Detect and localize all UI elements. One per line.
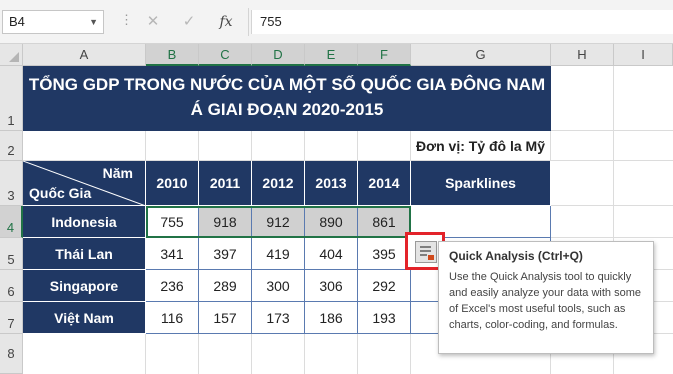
selection-range: [146, 206, 411, 238]
insert-function-button[interactable]: fx: [213, 10, 239, 34]
unit-label[interactable]: Đơn vị: Tỷ đô la Mỹ: [411, 131, 551, 161]
enter-icon[interactable]: ✓: [178, 10, 200, 34]
quick-analysis-tooltip: Quick Analysis (Ctrl+Q) Use the Quick An…: [438, 241, 654, 354]
column-header-h[interactable]: H: [551, 44, 614, 66]
tooltip-body: Use the Quick Analysis tool to quickly a…: [449, 271, 641, 331]
column-header-c[interactable]: C: [199, 44, 252, 66]
header-country-label: Quốc Gia: [29, 185, 92, 201]
data-cell[interactable]: 397: [199, 238, 252, 270]
row-header-5[interactable]: 5: [0, 238, 23, 270]
year-header-2013[interactable]: 2013: [305, 161, 358, 206]
data-cell[interactable]: 292: [358, 270, 411, 302]
country-cell[interactable]: Singapore: [23, 270, 146, 302]
data-cell[interactable]: 395: [358, 238, 411, 270]
quick-analysis-icon: [415, 241, 437, 263]
row-header-1[interactable]: 1: [0, 66, 23, 131]
row-header-8[interactable]: 8: [0, 334, 23, 374]
header-year-label: Năm: [102, 165, 133, 181]
year-header-2012[interactable]: 2012: [252, 161, 305, 206]
country-cell[interactable]: Thái Lan: [23, 238, 146, 270]
data-cell[interactable]: 236: [146, 270, 199, 302]
data-cell[interactable]: 173: [252, 302, 305, 334]
country-cell[interactable]: Việt Nam: [23, 302, 146, 334]
year-header-2011[interactable]: 2011: [199, 161, 252, 206]
column-header-d[interactable]: D: [252, 44, 305, 66]
chevron-down-icon[interactable]: ▼: [89, 11, 98, 33]
row-header-3[interactable]: 3: [0, 161, 23, 206]
data-cell[interactable]: 419: [252, 238, 305, 270]
data-cell[interactable]: 186: [305, 302, 358, 334]
year-header-2014[interactable]: 2014: [358, 161, 411, 206]
data-cell[interactable]: 341: [146, 238, 199, 270]
data-cell[interactable]: 193: [358, 302, 411, 334]
cancel-icon[interactable]: ✕: [142, 10, 164, 34]
row-header-7[interactable]: 7: [0, 302, 23, 334]
data-cell[interactable]: 300: [252, 270, 305, 302]
select-all-button[interactable]: [0, 44, 23, 66]
column-header-i[interactable]: I: [614, 44, 673, 66]
row-header-2[interactable]: 2: [0, 131, 23, 161]
data-cell[interactable]: 289: [199, 270, 252, 302]
sparklines-header[interactable]: Sparklines: [411, 161, 551, 206]
header-corner-cell[interactable]: Năm Quốc Gia: [23, 161, 146, 206]
name-box[interactable]: B4 ▼: [2, 10, 104, 34]
data-cell[interactable]: 306: [305, 270, 358, 302]
column-header-f[interactable]: F: [358, 44, 411, 66]
row-header-6[interactable]: 6: [0, 270, 23, 302]
data-cell[interactable]: 157: [199, 302, 252, 334]
formula-bar-grip: ⋮: [120, 12, 134, 27]
year-header-2010[interactable]: 2010: [146, 161, 199, 206]
sheet-title[interactable]: TỔNG GDP TRONG NƯỚC CỦA MỘT SỐ QUỐC GIA …: [23, 66, 551, 131]
country-cell[interactable]: Indonesia: [23, 206, 146, 238]
data-cell[interactable]: 116: [146, 302, 199, 334]
row-header-4[interactable]: 4: [0, 206, 23, 238]
column-header-g[interactable]: G: [411, 44, 551, 66]
column-header-e[interactable]: E: [305, 44, 358, 66]
name-box-value: B4: [9, 14, 25, 29]
tooltip-title: Quick Analysis (Ctrl+Q): [449, 249, 583, 263]
column-header-a[interactable]: A: [23, 44, 146, 66]
data-cell[interactable]: 404: [305, 238, 358, 270]
column-header-b[interactable]: B: [146, 44, 199, 66]
formula-input[interactable]: 755: [251, 10, 673, 34]
formula-divider: [248, 8, 249, 36]
